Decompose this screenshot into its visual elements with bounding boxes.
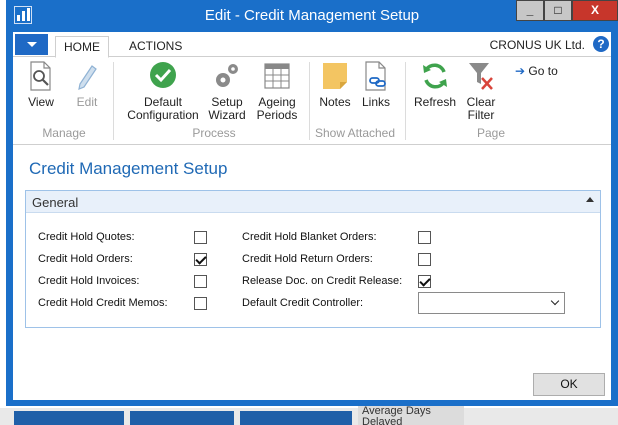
links-button[interactable]: Links [359, 60, 393, 109]
link-icon [365, 61, 386, 91]
group-divider [309, 62, 310, 140]
help-icon[interactable]: ? [593, 36, 609, 52]
close-button[interactable]: X [572, 0, 618, 21]
clear-filter-button[interactable]: Clear Filter [461, 60, 501, 122]
tab-actions[interactable]: ACTIONS [121, 36, 190, 58]
fasttab-header[interactable]: General [26, 191, 600, 213]
group-divider [405, 62, 406, 140]
group-label-page: Page [476, 126, 506, 140]
calendar-grid-icon [264, 63, 290, 89]
default-credit-controller-select[interactable] [418, 292, 565, 314]
dialog-window: Edit - Credit Management Setup _ □ X HOM… [6, 0, 618, 406]
background-tab [130, 411, 234, 425]
credit-hold-orders-label: Credit Hold Orders: [38, 253, 133, 265]
clear-filter-icon [469, 63, 493, 90]
background-tab [14, 411, 124, 425]
gears-icon [216, 64, 238, 87]
credit-hold-invoices-label: Credit Hold Invoices: [38, 275, 140, 287]
ok-button[interactable]: OK [533, 373, 605, 396]
credit-hold-quotes-checkbox[interactable] [194, 231, 207, 244]
minimize-button[interactable]: _ [516, 0, 544, 21]
general-fasttab: General Credit Hold Quotes: Credit Hold … [25, 190, 601, 328]
release-doc-on-credit-release-label: Release Doc. on Credit Release: [242, 275, 403, 287]
tab-home[interactable]: HOME [55, 36, 109, 58]
credit-hold-blanket-orders-checkbox[interactable] [418, 231, 431, 244]
default-configuration-button[interactable]: Default Configuration [125, 60, 201, 122]
title-bar: Edit - Credit Management Setup _ □ X [6, 0, 618, 32]
group-label-manage: Manage [42, 126, 86, 140]
credit-hold-return-orders-label: Credit Hold Return Orders: [242, 253, 373, 265]
group-label-show-attached: Show Attached [314, 126, 396, 140]
page-title: Credit Management Setup [29, 159, 228, 178]
setup-wizard-button[interactable]: Setup Wizard [206, 60, 248, 122]
background-tab [240, 411, 352, 425]
credit-hold-invoices-checkbox[interactable] [194, 275, 207, 288]
notes-button[interactable]: Notes [317, 60, 353, 109]
ribbon-tab-row: HOME ACTIONS CRONUS UK Ltd. ? [13, 32, 611, 58]
credit-hold-credit-memos-label: Credit Hold Credit Memos: [38, 297, 168, 309]
window-content: HOME ACTIONS CRONUS UK Ltd. ? View Edit … [13, 32, 611, 400]
group-label-process: Process [192, 126, 236, 140]
edit-button[interactable]: Edit [69, 60, 105, 109]
default-credit-controller-label: Default Credit Controller: [242, 297, 364, 309]
arrow-right-icon: ➔ [515, 64, 526, 78]
ribbon: View Edit Manage Default Configuration S… [13, 58, 611, 145]
go-to-button[interactable]: ➔ Go to [515, 64, 558, 78]
maximize-button[interactable]: □ [544, 0, 572, 21]
app-menu-button[interactable] [15, 34, 48, 55]
view-icon [30, 61, 51, 91]
group-divider [113, 62, 114, 140]
refresh-icon [423, 63, 447, 89]
credit-hold-credit-memos-checkbox[interactable] [194, 297, 207, 310]
credit-hold-orders-checkbox[interactable] [194, 253, 207, 266]
check-circle-icon [150, 62, 176, 88]
company-name[interactable]: CRONUS UK Ltd. [490, 38, 585, 52]
credit-hold-return-orders-checkbox[interactable] [418, 253, 431, 266]
background-label: Average Days Delayed [358, 404, 464, 425]
fasttab-title: General [32, 195, 79, 210]
pencil-icon [78, 65, 97, 90]
ageing-periods-button[interactable]: Ageing Periods [253, 60, 301, 122]
credit-hold-quotes-label: Credit Hold Quotes: [38, 231, 135, 243]
notes-icon [323, 63, 347, 89]
view-button[interactable]: View [21, 60, 61, 109]
chevron-down-icon [550, 296, 560, 306]
refresh-button[interactable]: Refresh [413, 60, 457, 109]
release-doc-on-credit-release-checkbox[interactable] [418, 275, 431, 288]
credit-hold-blanket-orders-label: Credit Hold Blanket Orders: [242, 231, 377, 243]
collapse-icon[interactable] [586, 197, 594, 202]
